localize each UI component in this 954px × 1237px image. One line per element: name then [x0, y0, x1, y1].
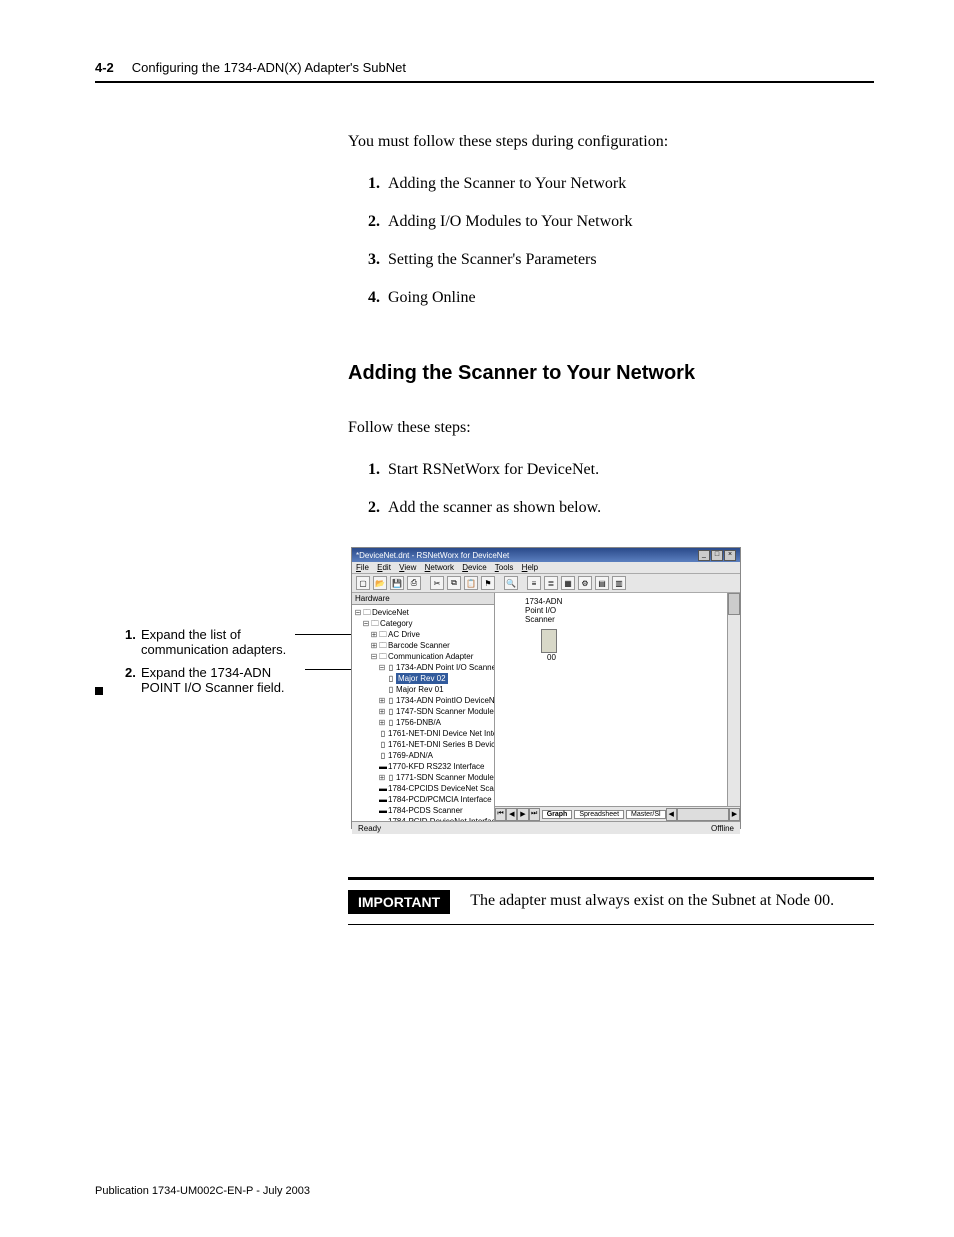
window-title: *DeviceNet.dnt - RSNetWorx for DeviceNet — [356, 551, 509, 560]
step-text: Adding the Scanner to Your Network — [388, 175, 626, 192]
tool-icon[interactable]: ≣ — [544, 576, 558, 590]
important-text: The adapter must always exist on the Sub… — [470, 890, 834, 910]
header-title: Configuring the 1734-ADN(X) Adapter's Su… — [132, 60, 406, 75]
status-right: Offline — [711, 824, 734, 833]
nav-last-icon[interactable]: ⏭ — [529, 808, 540, 821]
nav-first-icon[interactable]: ⏮ — [495, 808, 506, 821]
tree-item[interactable]: 1769-ADN/A — [388, 751, 433, 760]
maximize-icon[interactable]: □ — [711, 550, 723, 561]
section-heading: Adding the Scanner to Your Network — [348, 362, 874, 385]
callout-left-1: 1.Expand the list of communication adapt… — [125, 627, 335, 657]
menu-network[interactable]: Network — [425, 563, 454, 572]
menu-device[interactable]: Device — [462, 563, 486, 572]
tree-item[interactable]: Major Rev 01 — [396, 685, 444, 694]
important-box: IMPORTANT The adapter must always exist … — [348, 877, 874, 925]
step-text: Setting the Scanner's Parameters — [388, 251, 597, 268]
cut-icon[interactable]: ✂ — [430, 576, 444, 590]
tree-item[interactable]: 1761-NET-DNI Series B Device — [388, 740, 494, 749]
rsnetworx-window: *DeviceNet.dnt - RSNetWorx for DeviceNet… — [351, 547, 741, 829]
status-bar: Ready Offline — [352, 821, 740, 834]
status-left: Ready — [358, 824, 381, 833]
menu-bar[interactable]: File Edit View Network Device Tools Help — [352, 562, 740, 574]
tree-item[interactable]: 1784-PCD/PCMCIA Interface — [388, 795, 492, 804]
vertical-scrollbar[interactable] — [727, 593, 740, 807]
minimize-icon[interactable]: _ — [698, 550, 710, 561]
menu-view[interactable]: View — [399, 563, 416, 572]
callout-left-2: 2.Expand the 1734-ADN POINT I/O Scanner … — [125, 665, 335, 695]
network-canvas[interactable]: 1734-ADN Point I/O Scanner 00 ⏮ ◀ ▶ ⏭ Gr… — [495, 593, 740, 821]
step-text: Adding I/O Modules to Your Network — [388, 213, 632, 230]
scroll-right-icon[interactable]: ▶ — [729, 808, 740, 821]
tree-item[interactable]: AC Drive — [388, 630, 420, 639]
bullet-marker — [95, 687, 103, 695]
tree-item[interactable]: 1771-SDN Scanner Module — [396, 773, 494, 782]
tree-item[interactable]: 1770-KFD RS232 Interface — [388, 762, 485, 771]
copy-icon[interactable]: ⧉ — [447, 576, 461, 590]
nav-next-icon[interactable]: ▶ — [517, 808, 528, 821]
device-node-number: 00 — [547, 653, 556, 662]
tree-item[interactable]: 1784-PCDS Scanner — [388, 806, 463, 815]
menu-help[interactable]: Help — [522, 563, 538, 572]
hardware-tree[interactable]: Hardware ⊟🗀DeviceNet ⊟🗀Category ⊞🗀AC Dri… — [352, 593, 495, 821]
paste-icon[interactable]: 📋 — [464, 576, 478, 590]
device-label: 1734-ADN Point I/O Scanner — [525, 597, 562, 624]
tree-item[interactable]: 1761-NET-DNI Device Net Inte — [388, 729, 494, 738]
sheet-tabs[interactable]: ⏮ ◀ ▶ ⏭ Graph Spreadsheet Master/Sl ◀ ▶ — [495, 806, 740, 821]
tree-item[interactable]: 1747-SDN Scanner Module — [396, 707, 494, 716]
page-number: 4-2 — [95, 60, 114, 75]
tree-item[interactable]: 1734-ADN PointIO DeviceNet A — [396, 696, 494, 705]
tab-graph[interactable]: Graph — [542, 810, 573, 819]
menu-tools[interactable]: Tools — [495, 563, 514, 572]
tree-header: Hardware — [352, 593, 494, 605]
window-buttons[interactable]: _□× — [697, 549, 736, 561]
device-icon[interactable] — [541, 629, 557, 653]
tree-item[interactable]: Barcode Scanner — [388, 641, 450, 650]
important-label: IMPORTANT — [348, 890, 450, 914]
tool-icon[interactable]: ≡ — [527, 576, 541, 590]
tab-master-slave[interactable]: Master/Sl — [626, 810, 666, 819]
config-steps-list: 1.Adding the Scanner to Your Network 2.A… — [368, 175, 874, 307]
tree-item[interactable]: Category — [380, 619, 412, 628]
menu-file[interactable]: File — [356, 563, 369, 572]
tool-icon[interactable]: ▦ — [561, 576, 575, 590]
substeps-list: 1.Start RSNetWorx for DeviceNet. 2.Add t… — [368, 461, 874, 517]
close-icon[interactable]: × — [724, 550, 736, 561]
scroll-left-icon[interactable]: ◀ — [666, 808, 677, 821]
tree-item[interactable]: 1734-ADN Point I/O Scanner — [396, 663, 494, 672]
tab-spreadsheet[interactable]: Spreadsheet — [574, 810, 624, 819]
page-header: 4-2 Configuring the 1734-ADN(X) Adapter'… — [95, 60, 874, 83]
step-text: Going Online — [388, 289, 476, 306]
online-icon[interactable]: ⚑ — [481, 576, 495, 590]
tree-item-selected[interactable]: Major Rev 02 — [396, 673, 448, 684]
substep-text: Start RSNetWorx for DeviceNet. — [388, 461, 599, 478]
menu-edit[interactable]: Edit — [377, 563, 391, 572]
substep-text: Add the scanner as shown below. — [388, 499, 601, 516]
tool-icon[interactable]: ▥ — [612, 576, 626, 590]
tree-item[interactable]: DeviceNet — [372, 608, 409, 617]
zoom-icon[interactable]: 🔍 — [504, 576, 518, 590]
window-titlebar: *DeviceNet.dnt - RSNetWorx for DeviceNet… — [352, 548, 740, 562]
tree-item[interactable]: 1784-CPCIDS DeviceNet Scann — [388, 784, 494, 793]
intro-text: You must follow these steps during confi… — [348, 133, 874, 151]
toolbar[interactable]: ▢ 📂 💾 ⎙ ✂ ⧉ 📋 ⚑ 🔍 ≡ ≣ ▦ ⚙ ▤ ▥ — [352, 574, 740, 593]
open-icon[interactable]: 📂 — [373, 576, 387, 590]
print-icon[interactable]: ⎙ — [407, 576, 421, 590]
tree-item[interactable]: Communication Adapter — [388, 652, 473, 661]
new-icon[interactable]: ▢ — [356, 576, 370, 590]
save-icon[interactable]: 💾 — [390, 576, 404, 590]
tool-icon[interactable]: ▤ — [595, 576, 609, 590]
publication-footer: Publication 1734-UM002C-EN-P - July 2003 — [95, 1185, 874, 1197]
screenshot-area: 1.Expand the list of communication adapt… — [95, 547, 874, 837]
tree-item[interactable]: 1784-PCID DeviceNet Interface — [388, 817, 494, 821]
follow-text: Follow these steps: — [348, 419, 874, 437]
tree-item[interactable]: 1756-DNB/A — [396, 718, 441, 727]
tool-icon[interactable]: ⚙ — [578, 576, 592, 590]
nav-prev-icon[interactable]: ◀ — [506, 808, 517, 821]
